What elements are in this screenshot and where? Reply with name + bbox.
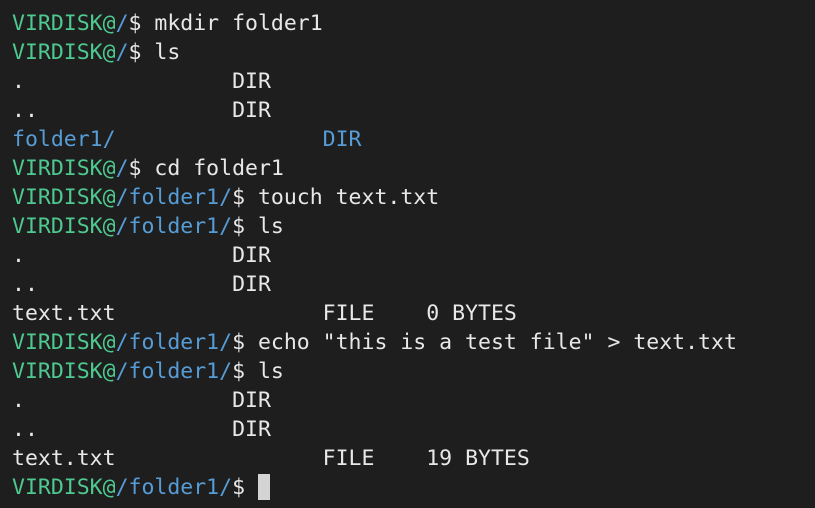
command-text: echo "this is a test file" > text.txt: [257, 330, 737, 355]
command-line: VIRDISK@/$ ls: [12, 38, 815, 67]
prompt-host: VIRDISK@: [12, 185, 116, 210]
prompt-symbol: $: [232, 359, 258, 384]
prompt-symbol: $: [232, 330, 258, 355]
prompt-symbol: $: [232, 475, 258, 500]
command-line: VIRDISK@/folder1/$ echo "this is a test …: [12, 328, 815, 357]
prompt-path: /folder1/: [115, 330, 233, 355]
prompt-symbol: $: [128, 156, 155, 181]
command-text: ls: [257, 359, 284, 384]
entry-name: text.txt: [12, 446, 323, 471]
listing-row: . DIR: [12, 241, 815, 270]
entry-type: DIR: [232, 388, 271, 413]
entry-name: .: [12, 243, 233, 268]
prompt-host: VIRDISK@: [12, 11, 116, 36]
prompt-symbol: $: [232, 185, 258, 210]
prompt-host: VIRDISK@: [12, 40, 116, 65]
current-prompt-line[interactable]: VIRDISK@/folder1/$: [12, 473, 815, 502]
entry-type: FILE: [322, 446, 427, 471]
command-text: ls: [257, 214, 284, 239]
entry-name: ..: [12, 272, 233, 297]
prompt-path: /folder1/: [115, 359, 233, 384]
terminal-window[interactable]: VIRDISK@/$ mkdir folder1 VIRDISK@/$ ls .…: [0, 0, 815, 508]
prompt-path: /: [115, 40, 129, 65]
entry-type: DIR: [232, 69, 271, 94]
entry-type: DIR: [232, 272, 271, 297]
command-text: cd folder1: [154, 156, 284, 181]
entry-type: DIR: [232, 98, 271, 123]
entry-type: DIR: [232, 243, 271, 268]
prompt-host: VIRDISK@: [12, 214, 116, 239]
prompt-host: VIRDISK@: [12, 330, 116, 355]
listing-row: .. DIR: [12, 96, 815, 125]
entry-name: ..: [12, 98, 233, 123]
command-text: ls: [154, 40, 181, 65]
prompt-path: /: [115, 11, 129, 36]
listing-row: folder1/ DIR: [12, 125, 815, 154]
listing-row: text.txt FILE 0 BYTES: [12, 299, 815, 328]
listing-row: . DIR: [12, 386, 815, 415]
command-line: VIRDISK@/$ mkdir folder1: [12, 9, 815, 38]
prompt-host: VIRDISK@: [12, 475, 116, 500]
prompt-host: VIRDISK@: [12, 156, 116, 181]
command-line: VIRDISK@/folder1/$ ls: [12, 212, 815, 241]
listing-row: .. DIR: [12, 270, 815, 299]
prompt-path: /folder1/: [115, 214, 233, 239]
entry-name: ..: [12, 417, 233, 442]
prompt-path: /folder1/: [115, 475, 233, 500]
entry-name: text.txt: [12, 301, 323, 326]
prompt-host: VIRDISK@: [12, 359, 116, 384]
prompt-symbol: $: [128, 40, 155, 65]
command-text: touch text.txt: [257, 185, 440, 210]
entry-size: 0 BYTES: [426, 301, 517, 326]
entry-type: DIR: [232, 417, 271, 442]
command-line: VIRDISK@/$ cd folder1: [12, 154, 815, 183]
listing-row: .. DIR: [12, 415, 815, 444]
prompt-path: /folder1/: [115, 185, 233, 210]
entry-type: FILE: [322, 301, 427, 326]
prompt-symbol: $: [232, 214, 258, 239]
entry-size: 19 BYTES: [426, 446, 530, 471]
command-line: VIRDISK@/folder1/$ ls: [12, 357, 815, 386]
entry-name: .: [12, 388, 233, 413]
listing-row: . DIR: [12, 67, 815, 96]
prompt-path: /: [115, 156, 129, 181]
text-cursor[interactable]: [257, 474, 270, 500]
command-line: VIRDISK@/folder1/$ touch text.txt: [12, 183, 815, 212]
prompt-symbol: $: [128, 11, 155, 36]
command-text: mkdir folder1: [154, 11, 323, 36]
entry-name: .: [12, 69, 233, 94]
entry-name: folder1/: [12, 127, 323, 152]
listing-row: text.txt FILE 19 BYTES: [12, 444, 815, 473]
entry-type: DIR: [322, 127, 362, 152]
